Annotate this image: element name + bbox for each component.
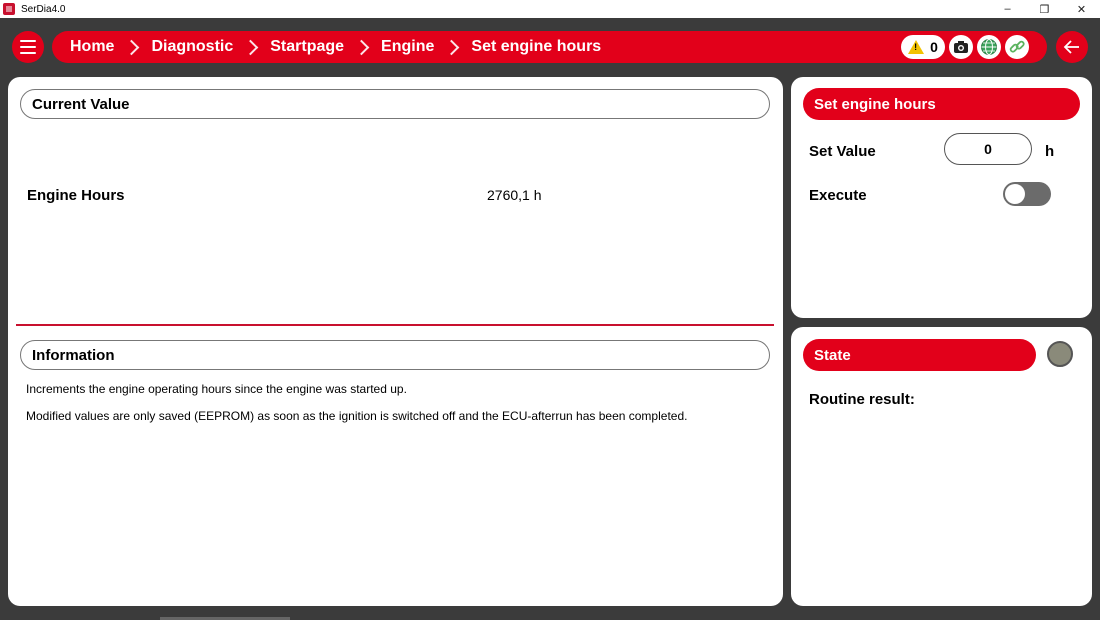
information-header: Information (20, 340, 770, 370)
main-panel: Current Value Engine Hours 2760,1 h Info… (8, 77, 783, 606)
engine-hours-value: 2760,1 h (487, 187, 542, 203)
engine-hours-label: Engine Hours (27, 187, 125, 204)
set-value-label: Set Value (809, 143, 876, 160)
language-button[interactable] (977, 35, 1001, 59)
state-panel: State Routine result: (791, 327, 1092, 606)
breadcrumb-item-diagnostic[interactable]: Diagnostic (151, 38, 270, 56)
window-title: SerDia4.0 (21, 3, 66, 15)
current-value-header: Current Value (20, 89, 770, 119)
back-button[interactable] (1056, 31, 1088, 63)
link-icon (1009, 40, 1025, 53)
globe-icon (981, 39, 997, 55)
state-header: State (803, 339, 1036, 371)
breadcrumb-item-engine[interactable]: Engine (381, 38, 471, 56)
warnings-button[interactable]: 0 (901, 35, 945, 59)
chevron-right-icon (124, 39, 140, 55)
breadcrumb: Home Diagnostic Startpage Engine Set eng… (52, 31, 1047, 63)
routine-result-label: Routine result: (809, 391, 915, 408)
window-controls: – ❐ ✕ (989, 0, 1100, 18)
breadcrumb-item-set-engine-hours: Set engine hours (471, 38, 602, 55)
information-text-line: Modified values are only saved (EEPROM) … (26, 409, 688, 423)
state-indicator-icon (1047, 341, 1073, 367)
header-icon-group: 0 (901, 35, 1029, 59)
set-value-input[interactable] (944, 133, 1032, 165)
breadcrumb-item-home[interactable]: Home (70, 38, 151, 56)
screenshot-button[interactable] (949, 35, 973, 59)
warning-count: 0 (930, 39, 938, 55)
set-value-unit: h (1045, 143, 1055, 160)
section-divider (16, 324, 774, 326)
toggle-knob (1005, 184, 1025, 204)
close-window-button[interactable]: ✕ (1063, 0, 1100, 18)
menu-icon (20, 40, 36, 42)
camera-icon (954, 41, 968, 53)
chevron-right-icon (444, 39, 460, 55)
window-titlebar: SerDia4.0 – ❐ ✕ (0, 0, 1100, 18)
set-engine-hours-header: Set engine hours (803, 88, 1080, 120)
back-arrow-icon (1063, 40, 1079, 54)
menu-button[interactable] (12, 31, 44, 63)
connection-button[interactable] (1005, 35, 1029, 59)
breadcrumb-item-startpage[interactable]: Startpage (270, 38, 381, 56)
app-header: Home Diagnostic Startpage Engine Set eng… (0, 18, 1100, 78)
information-text-line: Increments the engine operating hours si… (26, 382, 407, 396)
app-logo-icon (3, 3, 15, 15)
chevron-right-icon (242, 39, 259, 55)
minimize-button[interactable]: – (989, 0, 1026, 18)
chevron-right-icon (353, 39, 370, 55)
set-engine-hours-panel: Set engine hours Set Value h Execute (791, 77, 1092, 318)
warning-icon (908, 40, 925, 54)
execute-toggle[interactable] (1003, 182, 1051, 206)
execute-label: Execute (809, 187, 867, 204)
restore-button[interactable]: ❐ (1026, 0, 1063, 18)
